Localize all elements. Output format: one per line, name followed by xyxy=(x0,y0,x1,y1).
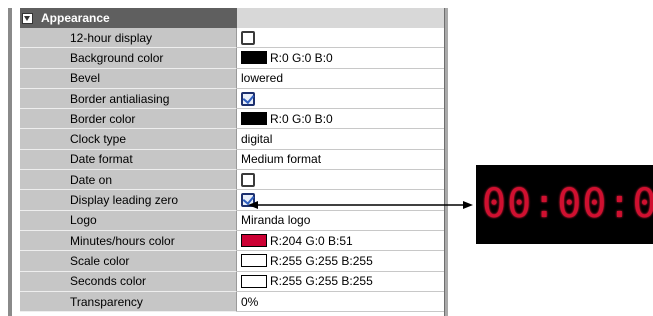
arrow-head-right-icon xyxy=(463,201,473,209)
annotation-arrow xyxy=(248,201,473,209)
clock-display: 00:00:00 xyxy=(482,181,653,227)
clock-preview: 00:00:00 xyxy=(476,165,653,244)
arrow-head-left-icon xyxy=(248,201,258,209)
